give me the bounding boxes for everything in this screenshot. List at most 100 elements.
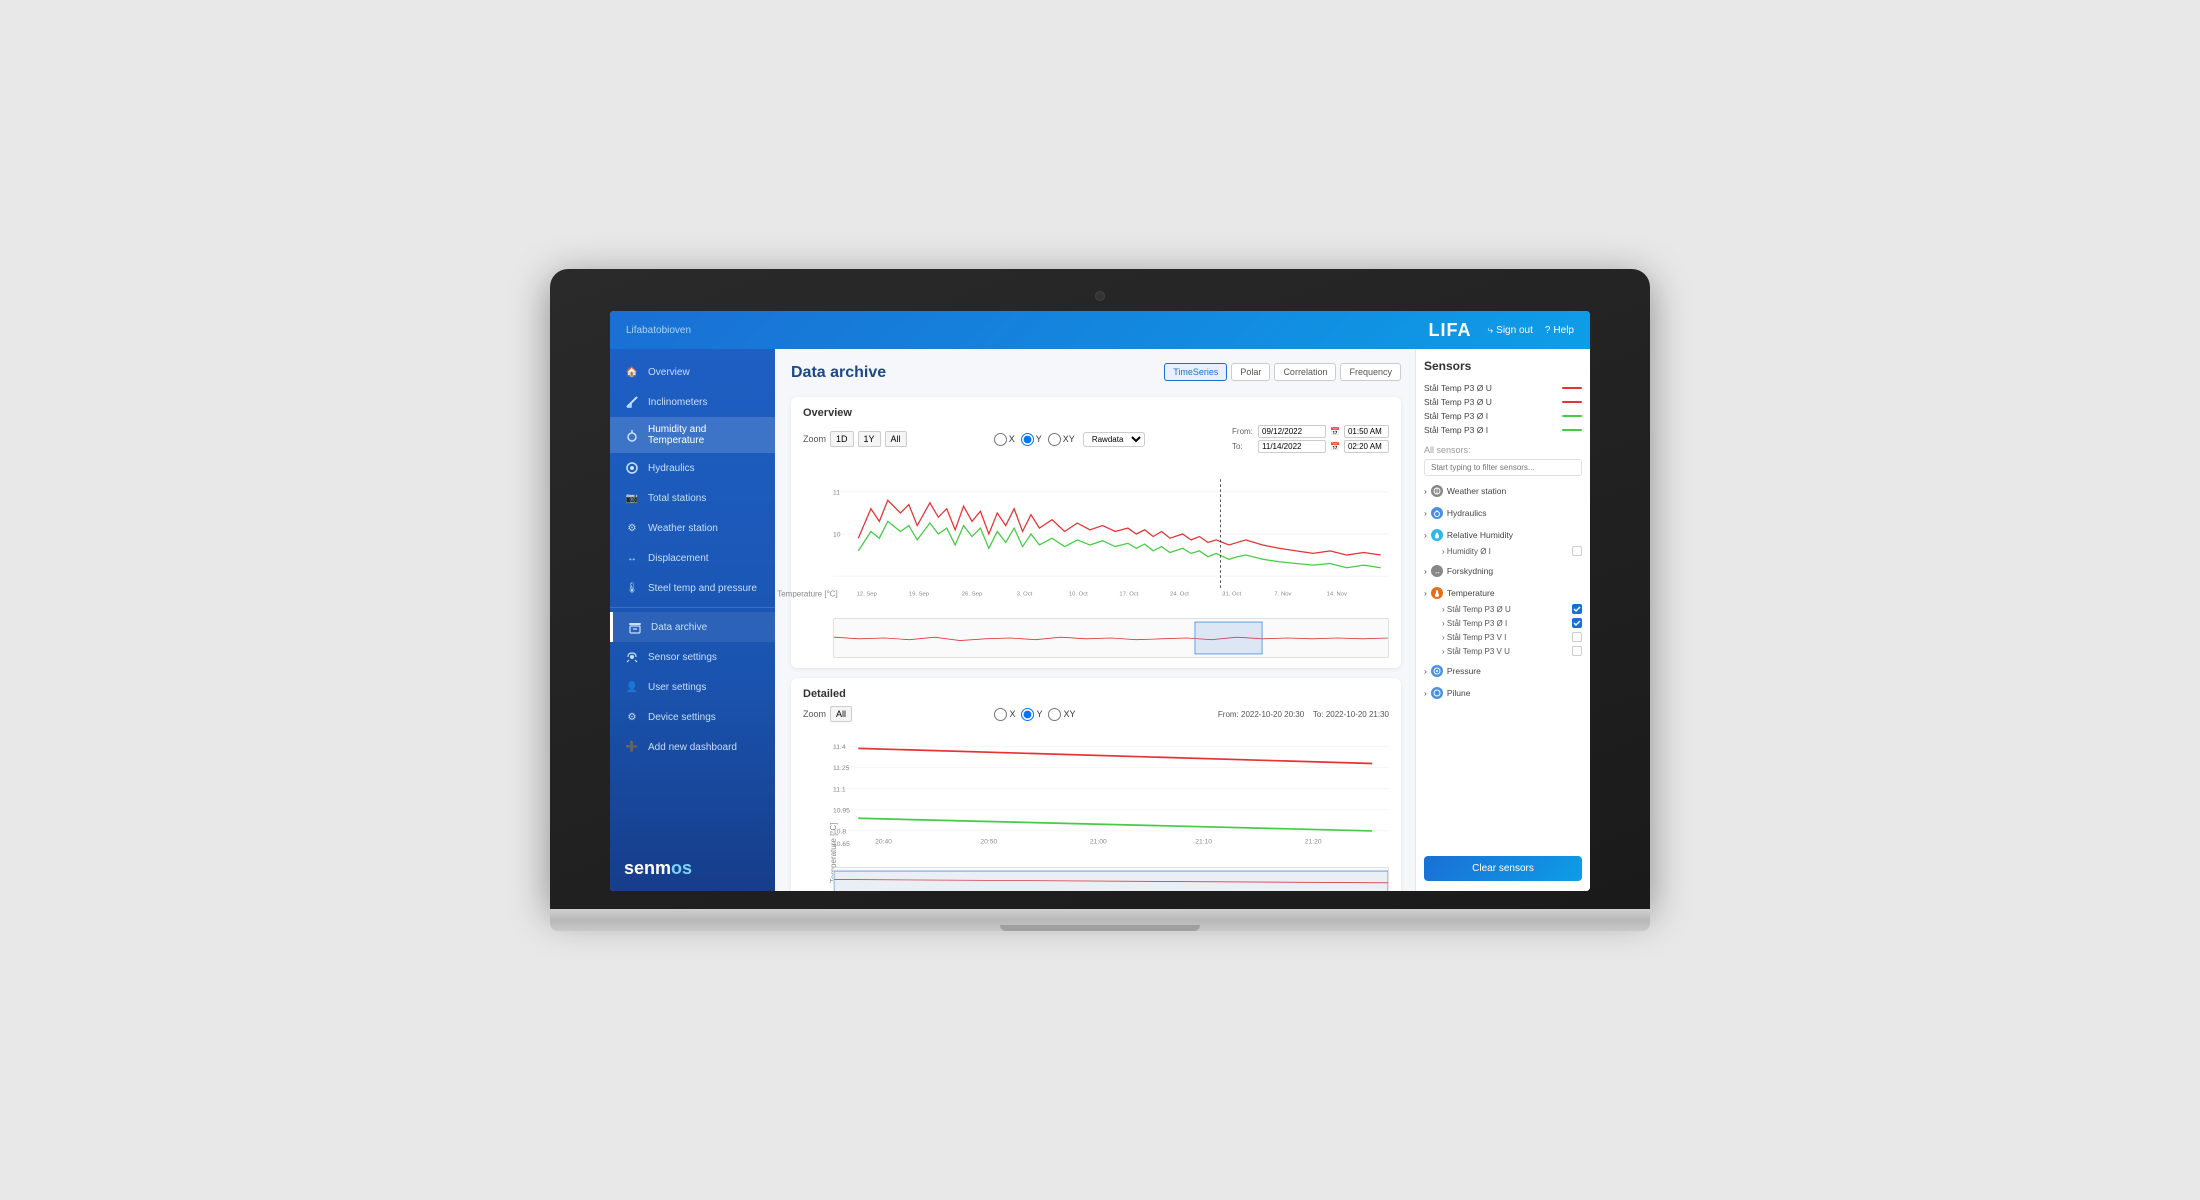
sidebar-label-data-archive: Data archive <box>651 622 707 633</box>
from-time-input[interactable] <box>1344 425 1389 438</box>
sidebar-item-sensor-settings[interactable]: Sensor settings <box>610 642 775 672</box>
overview-chart-controls: Zoom 1D 1Y All X Y XY <box>803 425 1389 453</box>
sidebar-item-user-settings[interactable]: 👤 User settings <box>610 672 775 702</box>
svg-text:12. Sep: 12. Sep <box>857 591 878 597</box>
zoom-1y[interactable]: 1Y <box>858 431 881 447</box>
sensor-category-temperature-header[interactable]: › Temperature <box>1424 584 1582 602</box>
sensor-color-green-1 <box>1562 415 1582 417</box>
radio-xy-det[interactable]: XY <box>1048 708 1075 721</box>
sidebar-bottom: senmos <box>610 846 775 891</box>
sensor-sub-temp-p3-oi: › Stål Temp P3 Ø I <box>1424 616 1582 630</box>
svg-text:20:40: 20:40 <box>875 839 892 846</box>
zoom-all-detailed[interactable]: All <box>830 706 852 722</box>
sidebar-item-device-settings[interactable]: ⚙ Device settings <box>610 702 775 732</box>
chevron-right-icon-weather: › <box>1424 486 1427 496</box>
chevron-down-icon-temp: › <box>1424 588 1427 598</box>
svg-text:21:20: 21:20 <box>1305 839 1322 846</box>
sidebar-item-add-dashboard[interactable]: ➕ Add new dashboard <box>610 732 775 762</box>
tab-frequency[interactable]: Frequency <box>1340 363 1401 381</box>
sidebar: 🏠 Overview Inclinometers <box>610 349 775 891</box>
zoom-1d[interactable]: 1D <box>830 431 854 447</box>
sensor-icon <box>624 649 640 665</box>
sidebar-item-hydraulics[interactable]: Hydraulics <box>610 453 775 483</box>
sensor-category-rel-humidity-header[interactable]: › Relative Humidity <box>1424 526 1582 544</box>
top-bar: Lifabatobioven LIFA ⤷ Sign out ? Help <box>610 311 1590 349</box>
svg-text:10: 10 <box>833 532 841 539</box>
chevron-right-icon-forskydning: › <box>1424 566 1427 576</box>
svg-text:10.95: 10.95 <box>833 807 850 814</box>
tab-correlation[interactable]: Correlation <box>1274 363 1336 381</box>
sign-out-button[interactable]: ⤷ Sign out <box>1488 325 1533 336</box>
sensor-active-item-1: Stål Temp P3 Ø U <box>1424 381 1582 395</box>
sidebar-item-overview[interactable]: 🏠 Overview <box>610 357 775 387</box>
to-date-input[interactable] <box>1258 440 1326 453</box>
chevron-right-icon-pilune: › <box>1424 688 1427 698</box>
rawdata-dropdown[interactable]: Rawdata <box>1083 432 1145 447</box>
radio-y-det[interactable]: Y <box>1021 708 1042 721</box>
radio-x[interactable]: X <box>994 433 1015 446</box>
detailed-mini-svg: 20:40 20:50 21:00 21:10 21:20 <box>834 868 1388 891</box>
sidebar-label-inclinometers: Inclinometers <box>648 397 707 408</box>
checkbox-humidity-oi[interactable] <box>1572 546 1582 556</box>
svg-text:31. Oct: 31. Oct <box>1222 591 1241 597</box>
svg-text:11: 11 <box>833 489 840 496</box>
detailed-chart-panel: Detailed Zoom All X Y <box>791 678 1401 891</box>
overview-mini-chart[interactable] <box>833 618 1389 658</box>
weather-cat-label: Weather station <box>1447 486 1506 496</box>
checkbox-temp-p3-vu[interactable] <box>1572 646 1582 656</box>
help-icon: ? <box>1545 325 1551 336</box>
radio-xy[interactable]: XY <box>1048 433 1075 446</box>
svg-text:14. Nov: 14. Nov <box>1327 591 1347 597</box>
svg-text:21:10: 21:10 <box>1195 839 1212 846</box>
svg-text:10. Oct: 10. Oct <box>1069 591 1088 597</box>
detailed-chart-title: Detailed <box>803 688 1389 700</box>
sidebar-item-steel-temp[interactable]: 🌡 Steel temp and pressure <box>610 573 775 603</box>
svg-text:24. Oct: 24. Oct <box>1170 591 1189 597</box>
page-title: Data archive <box>791 364 886 382</box>
calendar-icon-from[interactable]: 📅 <box>1330 427 1340 436</box>
sensor-label-4: Stål Temp P3 Ø I <box>1424 425 1488 435</box>
right-panel-sensors: Sensors Stål Temp P3 Ø U Stål Temp P3 Ø … <box>1415 349 1590 891</box>
sensor-sub-temp-p3-ou: › Stål Temp P3 Ø U <box>1424 602 1582 616</box>
zoom-controls-detailed: Zoom All <box>803 706 852 722</box>
to-time-input[interactable] <box>1344 440 1389 453</box>
tab-polar[interactable]: Polar <box>1231 363 1270 381</box>
sidebar-label-steel-temp: Steel temp and pressure <box>648 583 757 594</box>
checkbox-temp-p3-oi[interactable] <box>1572 618 1582 628</box>
checkbox-temp-p3-vi[interactable] <box>1572 632 1582 642</box>
sensor-sub-temp-p3-vi: › Stål Temp P3 V I <box>1424 630 1582 644</box>
sidebar-item-displacement[interactable]: ↔ Displacement <box>610 543 775 573</box>
sensor-category-pressure-header[interactable]: › Pressure <box>1424 662 1582 680</box>
clear-sensors-button[interactable]: Clear sensors <box>1424 856 1582 881</box>
zoom-all[interactable]: All <box>885 431 907 447</box>
help-button[interactable]: ? Help <box>1545 325 1574 336</box>
sidebar-item-total-stations[interactable]: 📷 Total stations <box>610 483 775 513</box>
svg-text:17. Oct: 17. Oct <box>1119 591 1138 597</box>
sensor-filter-input[interactable] <box>1424 459 1582 476</box>
sidebar-item-weather-station[interactable]: ⚙ Weather station <box>610 513 775 543</box>
detailed-mini-chart[interactable]: 20:40 20:50 21:00 21:10 21:20 <box>833 867 1389 891</box>
sensor-category-hydraulics-header[interactable]: › Hydraulics <box>1424 504 1582 522</box>
sidebar-item-humidity-temp[interactable]: Humidity and Temperature <box>610 417 775 453</box>
calendar-icon-to[interactable]: 📅 <box>1330 442 1340 451</box>
sensor-sub-humidity-oi: › Humidity Ø I <box>1424 544 1582 558</box>
sidebar-item-data-archive[interactable]: Data archive <box>610 612 775 642</box>
radio-y[interactable]: Y <box>1021 433 1042 446</box>
radio-x-det[interactable]: X <box>994 708 1015 721</box>
svg-text:20:50: 20:50 <box>980 839 997 846</box>
sensor-category-forskydning-header[interactable]: › ↔ Forskydning <box>1424 562 1582 580</box>
sidebar-item-inclinometers[interactable]: Inclinometers <box>610 387 775 417</box>
sensor-category-pilune-header[interactable]: › Pilune <box>1424 684 1582 702</box>
overview-chart-panel: Overview Zoom 1D 1Y All <box>791 397 1401 668</box>
sign-out-icon: ⤷ <box>1488 325 1494 336</box>
sensor-category-weather-header[interactable]: › Weather station <box>1424 482 1582 500</box>
checkbox-temp-p3-ou[interactable] <box>1572 604 1582 614</box>
chevron-down-icon-humidity: › <box>1424 530 1427 540</box>
tab-timeseries[interactable]: TimeSeries <box>1164 363 1227 381</box>
detailed-chart-area: Temperature [°C] 11.4 <box>803 728 1389 891</box>
from-date-input[interactable] <box>1258 425 1326 438</box>
overview-chart-svg: 11 10 12. Sep <box>833 459 1389 609</box>
brand-label: Lifabatobioven <box>626 325 1429 336</box>
active-sensors-list: Stål Temp P3 Ø U Stål Temp P3 Ø U Stål T… <box>1424 381 1582 437</box>
sensor-sub-label-humidity-oi: › Humidity Ø I <box>1442 547 1491 556</box>
